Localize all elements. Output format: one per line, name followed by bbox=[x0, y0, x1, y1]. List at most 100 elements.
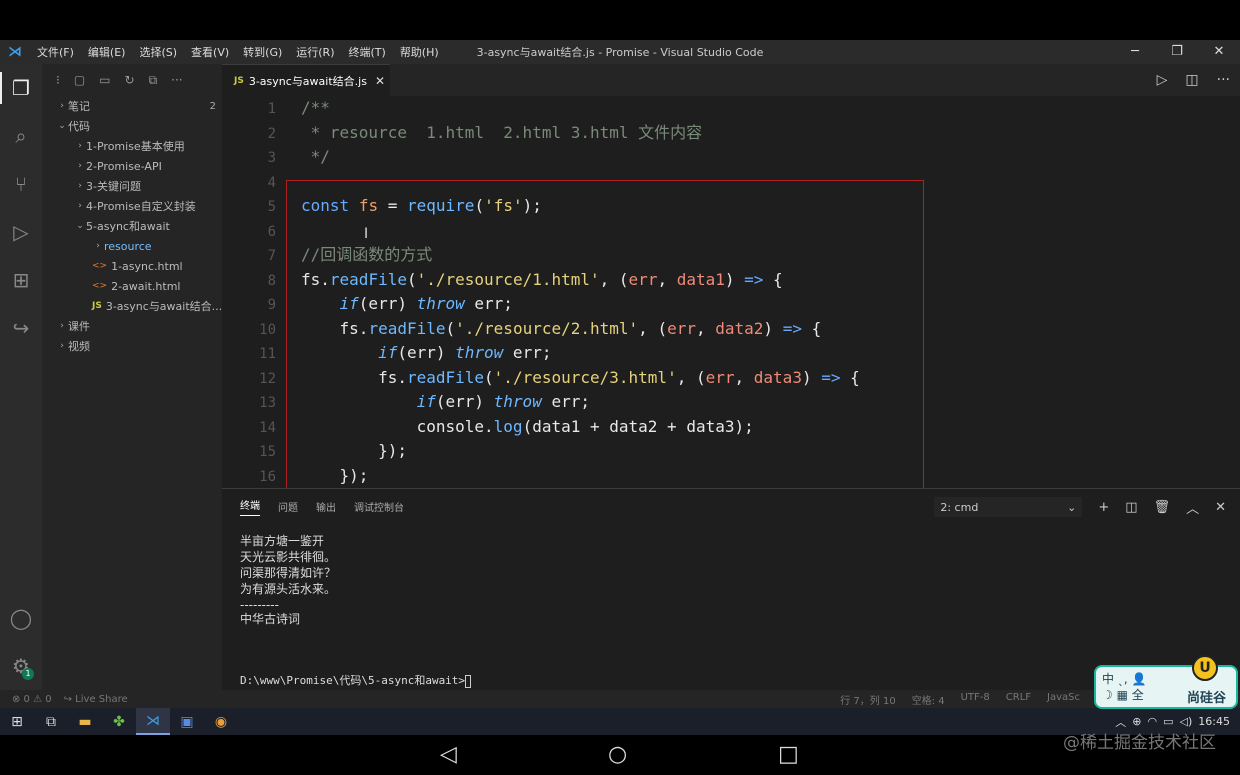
chevron-icon[interactable]: ⁝ bbox=[56, 73, 60, 87]
code-line[interactable]: 1 /** bbox=[222, 96, 1240, 121]
windows-start-icon[interactable]: ⊞ bbox=[0, 708, 34, 735]
tab-output[interactable]: 输出 bbox=[316, 499, 336, 514]
vscode-taskbar-icon[interactable]: ⋊ bbox=[136, 708, 170, 735]
tree-item[interactable]: › 1-Promise基本使用 bbox=[42, 136, 222, 156]
line-number: 5 bbox=[267, 199, 276, 215]
code-line[interactable]: 6 bbox=[222, 219, 1240, 244]
encoding[interactable]: UTF-8 bbox=[961, 692, 990, 707]
indentation[interactable]: 空格: 4 bbox=[912, 692, 945, 707]
minimize-icon[interactable]: ─ bbox=[1114, 40, 1156, 64]
code-line[interactable]: 10 fs.readFile('./resource/2.html', (err… bbox=[222, 317, 1240, 342]
search-icon[interactable]: ⌕ bbox=[0, 112, 42, 160]
tree-item[interactable]: › 课件 bbox=[42, 316, 222, 336]
chrome-taskbar-icon[interactable]: ◉ bbox=[204, 708, 238, 735]
tree-item[interactable]: › 2-Promise-API bbox=[42, 156, 222, 176]
code-line[interactable]: 2 * resource 1.html 2.html 3.html 文件内容 bbox=[222, 121, 1240, 146]
ime-line-1: 中 ˎ, 👤 bbox=[1102, 672, 1147, 686]
code-line[interactable]: 8 fs.readFile('./resource/1.html', (err, … bbox=[222, 268, 1240, 293]
terminal-select[interactable]: 2: cmd ⌄ bbox=[934, 497, 1083, 517]
trash-icon[interactable]: 🗑 bbox=[1154, 500, 1171, 515]
network-globe-icon[interactable]: ⊕ bbox=[1132, 715, 1141, 728]
code-editor[interactable]: 1 /** 2 * resource 1.html 2.html 3.html 文件… bbox=[222, 96, 1240, 488]
tab-debug-console[interactable]: 调试控制台 bbox=[354, 499, 404, 514]
code-line[interactable]: 5 const fs = require('fs'); bbox=[222, 194, 1240, 219]
split-terminal-icon[interactable]: ◫ bbox=[1125, 500, 1137, 515]
split-editor-icon[interactable]: ◫ bbox=[1185, 72, 1198, 88]
clock[interactable]: 16:45 bbox=[1198, 715, 1230, 728]
menu-terminal[interactable]: 终端(T) bbox=[342, 44, 393, 60]
code-line[interactable]: 7 //回调函数的方式 bbox=[222, 243, 1240, 268]
extensions-icon[interactable]: ⊞ bbox=[0, 256, 42, 304]
code-line[interactable]: 4 bbox=[222, 170, 1240, 195]
tab-active-file[interactable]: JS 3-async与await结合.js ✕ bbox=[222, 64, 390, 96]
menu-go[interactable]: 转到(G) bbox=[236, 44, 289, 60]
code-line[interactable]: 16 }); bbox=[222, 464, 1240, 489]
task-view-icon[interactable]: ⧉ bbox=[34, 708, 68, 735]
line-number: 7 bbox=[267, 248, 276, 264]
code-line[interactable]: 3 */ bbox=[222, 145, 1240, 170]
new-folder-icon[interactable]: ▭ bbox=[99, 73, 110, 87]
wifi-icon[interactable]: ◠ bbox=[1148, 715, 1158, 728]
battery-icon[interactable]: ▭ bbox=[1163, 715, 1173, 728]
account-icon[interactable]: ◯ bbox=[0, 594, 42, 642]
tab-problems[interactable]: 问题 bbox=[278, 499, 298, 514]
terminal-prompt[interactable]: D:\www\Promise\代码\5-async和await> bbox=[240, 673, 472, 689]
code-line[interactable]: 15 }); bbox=[222, 439, 1240, 464]
volume-icon[interactable]: ◁) bbox=[1180, 715, 1193, 728]
code-line[interactable]: 14 console.log(data1 + data2 + data3); bbox=[222, 415, 1240, 440]
recents-icon[interactable]: □ bbox=[778, 742, 799, 767]
tree-item[interactable]: › 3-关键问题 bbox=[42, 176, 222, 196]
line-number: 3 bbox=[267, 150, 276, 166]
tree-item[interactable]: JS 3-async与await结合... bbox=[42, 296, 222, 316]
menu-view[interactable]: 查看(V) bbox=[184, 44, 236, 60]
close-tab-icon[interactable]: ✕ bbox=[375, 74, 385, 88]
tree-item[interactable]: › 4-Promise自定义封装 bbox=[42, 196, 222, 216]
new-file-icon[interactable]: ▢ bbox=[74, 73, 85, 87]
run-file-icon[interactable]: ▷ bbox=[1157, 72, 1168, 88]
explorer-icon[interactable]: ❐ bbox=[0, 64, 42, 112]
back-icon[interactable]: ◁ bbox=[440, 742, 457, 767]
source-control-icon[interactable]: ⑂ bbox=[0, 160, 42, 208]
home-icon[interactable]: ○ bbox=[608, 742, 627, 767]
code-text: fs.readFile('./resource/2.html', (err, d… bbox=[301, 318, 822, 338]
live-share-status[interactable]: ↪ Live Share bbox=[64, 694, 128, 705]
line-ending[interactable]: CRLF bbox=[1006, 692, 1031, 707]
maximize-panel-icon[interactable]: ︿ bbox=[1186, 498, 1199, 517]
tree-item[interactable]: ⌄ 5-async和await bbox=[42, 216, 222, 236]
more-icon[interactable]: ··· bbox=[1217, 72, 1230, 88]
tree-item[interactable]: › 视频 bbox=[42, 336, 222, 356]
menu-help[interactable]: 帮助(H) bbox=[393, 44, 446, 60]
live-share-icon[interactable]: ↪ bbox=[0, 304, 42, 352]
tab-terminal[interactable]: 终端 bbox=[240, 497, 260, 516]
settings-gear-icon[interactable]: ⚙ 1 bbox=[0, 642, 42, 690]
menu-edit[interactable]: 编辑(E) bbox=[81, 44, 133, 60]
code-text: * resource 1.html 2.html 3.html 文件内容 bbox=[301, 122, 703, 142]
app-clover-icon[interactable]: ✤ bbox=[102, 708, 136, 735]
menu-run[interactable]: 运行(R) bbox=[289, 44, 341, 60]
code-line[interactable]: 11 if(err) throw err; bbox=[222, 341, 1240, 366]
tree-item[interactable]: <> 2-await.html bbox=[42, 276, 222, 296]
menu-file[interactable]: 文件(F) bbox=[30, 44, 81, 60]
run-debug-icon[interactable]: ▷ bbox=[0, 208, 42, 256]
language-mode[interactable]: JavaSc bbox=[1047, 692, 1080, 707]
problems-count[interactable]: ⊗ 0 ⚠ 0 bbox=[12, 694, 52, 705]
ime-toolbar: 中 ˎ, 👤 ☽ ▦ 全 bbox=[1102, 671, 1146, 703]
cursor-position[interactable]: 行 7，列 10 bbox=[840, 692, 895, 707]
close-panel-icon[interactable]: ✕ bbox=[1215, 500, 1226, 515]
refresh-icon[interactable]: ↻ bbox=[125, 73, 135, 87]
restore-icon[interactable]: ❐ bbox=[1156, 40, 1198, 64]
more-actions-icon[interactable]: ··· bbox=[171, 73, 182, 87]
file-explorer-icon[interactable]: ▬ bbox=[68, 708, 102, 735]
collapse-all-icon[interactable]: ⧉ bbox=[149, 73, 158, 88]
tree-item[interactable]: › resource bbox=[42, 236, 222, 256]
tree-item[interactable]: <> 1-async.html bbox=[42, 256, 222, 276]
menu-selection[interactable]: 选择(S) bbox=[132, 44, 184, 60]
tree-item[interactable]: ⌄ 代码 bbox=[42, 116, 222, 136]
code-line[interactable]: 9 if(err) throw err; bbox=[222, 292, 1240, 317]
browser-taskbar-icon[interactable]: ▣ bbox=[170, 708, 204, 735]
new-terminal-icon[interactable]: + bbox=[1098, 500, 1109, 515]
tree-item[interactable]: › 笔记 2 bbox=[42, 96, 222, 116]
close-window-icon[interactable]: ✕ bbox=[1198, 40, 1240, 64]
code-line[interactable]: 12 fs.readFile('./resource/3.html', (err… bbox=[222, 366, 1240, 391]
code-line[interactable]: 13 if(err) throw err; bbox=[222, 390, 1240, 415]
